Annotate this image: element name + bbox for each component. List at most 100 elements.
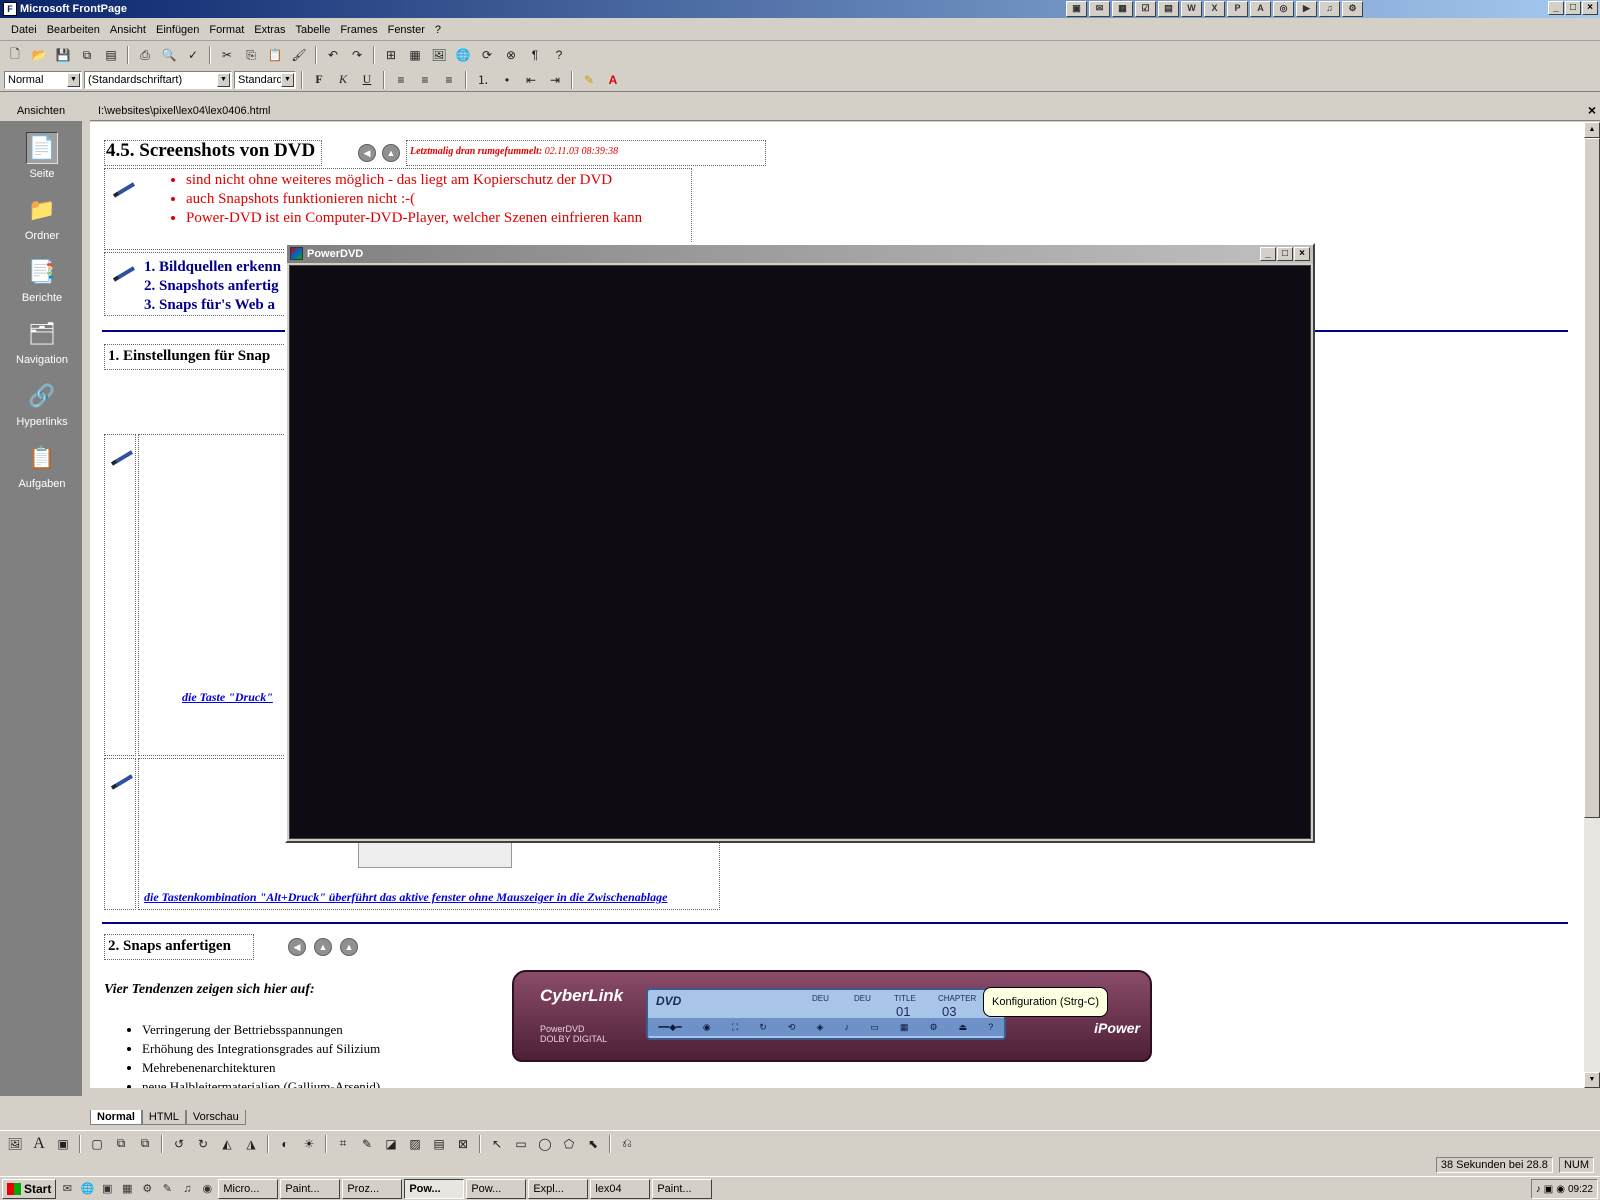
close-icon[interactable]: × [1294,247,1310,261]
align-left-icon[interactable]: ≡ [390,70,412,90]
numbered-list-icon[interactable]: ⒈ [472,70,494,90]
restore-icon[interactable]: ⎌ [616,1134,638,1154]
eject-icon[interactable]: ⏏ [959,1022,968,1033]
insert-table-icon[interactable]: ▦ [404,45,426,65]
up-icon[interactable]: ▲ [382,144,400,162]
view-hyperlinks[interactable]: 🔗 Hyperlinks [0,370,84,432]
format-painter-icon[interactable]: 🖌 [288,45,310,65]
refresh-icon[interactable]: ⟳ [476,45,498,65]
bring-forward-icon[interactable]: ⧉ [110,1134,132,1154]
new-page-icon[interactable]: 🗋 [4,45,26,65]
volume-slider[interactable]: ━━◆━ [659,1022,682,1033]
office-shortcut-icon[interactable]: ☑ [1135,1,1156,17]
office-shortcut-icon[interactable]: ◎ [1273,1,1294,17]
task-button[interactable]: Expl... [528,1178,589,1199]
ab-repeat-icon[interactable]: ⟲ [788,1022,796,1033]
chevron-down-icon[interactable]: ▼ [217,72,230,87]
print-preview-icon[interactable]: 🔍 [158,45,180,65]
office-shortcut-icon[interactable]: ▣ [1066,1,1087,17]
office-shortcut-icon[interactable]: W [1181,1,1202,17]
toc-item[interactable]: 3. Snaps für's Web a [144,296,281,315]
brightness-icon[interactable]: ☀ [298,1134,320,1154]
rotate-left-icon[interactable]: ↺ [168,1134,190,1154]
office-shortcut-icon[interactable]: X [1204,1,1225,17]
font-select[interactable]: (Standardschriftart) ▼ [84,70,232,89]
quicklaunch-icon[interactable]: ✎ [158,1180,176,1198]
undo-icon[interactable]: ↶ [322,45,344,65]
hyperlink-icon[interactable]: 🌐 [452,45,474,65]
menu-frames[interactable]: Frames [335,24,382,36]
menu-einfuegen[interactable]: Einfügen [151,24,204,36]
powerdvd-titlebar[interactable]: PowerDVD _ □ × [287,245,1313,263]
back-icon[interactable]: ◀ [288,938,306,956]
minimize-icon[interactable]: _ [1260,247,1276,261]
office-shortcut-icon[interactable]: ▶ [1296,1,1317,17]
font-color-icon[interactable]: A [602,70,624,90]
tray-icon[interactable]: ◉ [1556,1184,1565,1195]
task-button[interactable]: Pow... [466,1178,527,1199]
insert-component-icon[interactable]: ⊞ [380,45,402,65]
repeat-icon[interactable]: ↻ [759,1022,767,1033]
office-shortcut-icon[interactable]: ✉ [1089,1,1110,17]
wash-out-icon[interactable]: ▨ [404,1134,426,1154]
back-icon[interactable]: ◀ [358,144,376,162]
help-icon[interactable]: ? [988,1022,993,1032]
quicklaunch-icon[interactable]: ▣ [98,1180,116,1198]
office-shortcut-icon[interactable]: ♫ [1319,1,1340,17]
contrast-icon[interactable]: ◐ [274,1134,296,1154]
menu-extras[interactable]: Extras [249,24,290,36]
rotate-right-icon[interactable]: ↻ [192,1134,214,1154]
tab-vorschau[interactable]: Vorschau [185,1110,246,1125]
increase-indent-icon[interactable]: ⇥ [544,70,566,90]
office-shortcut-icon[interactable]: ▤ [1158,1,1179,17]
print-icon[interactable]: ⎙ [134,45,156,65]
position-icon[interactable]: ▢ [86,1134,108,1154]
task-button[interactable]: Proz... [342,1178,403,1199]
angle-icon[interactable]: ◈ [817,1022,824,1033]
view-berichte[interactable]: 📑 Berichte [0,246,84,308]
auto-thumbnail-icon[interactable]: ▣ [52,1134,74,1154]
bevel-icon[interactable]: ▤ [428,1134,450,1154]
close-icon[interactable]: × [1588,103,1596,117]
task-button[interactable]: Paint... [280,1178,341,1199]
minimize-icon[interactable]: _ [1548,1,1564,15]
crop-icon[interactable]: ⌗ [332,1134,354,1154]
top-icon[interactable]: ▲ [340,938,358,956]
view-seite[interactable]: 📄 Seite [0,122,84,184]
align-right-icon[interactable]: ≡ [438,70,460,90]
flip-icon[interactable]: ◭ [216,1134,238,1154]
quicklaunch-icon[interactable]: ▦ [118,1180,136,1198]
highlight-icon[interactable]: ✎ [578,70,600,90]
copy-icon[interactable]: ⎘ [240,45,262,65]
quicklaunch-icon[interactable]: ✉ [58,1180,76,1198]
rectangle-icon[interactable]: ▭ [510,1134,532,1154]
quicklaunch-icon[interactable]: ◉ [198,1180,216,1198]
caption-link[interactable]: die Tastenkombination "Alt+Druck" überfü… [144,890,667,905]
toc-item[interactable]: 2. Snapshots anfertig [144,277,281,296]
highlight-hotspot-icon[interactable]: ⬉ [582,1134,604,1154]
polygon-icon[interactable]: ⬠ [558,1134,580,1154]
black-white-icon[interactable]: ◪ [380,1134,402,1154]
bold-button[interactable]: F [308,70,330,90]
close-icon[interactable]: × [1582,1,1598,15]
fullscreen-icon[interactable]: ⛶ [732,1022,738,1033]
subtitle-icon[interactable]: ▭ [870,1022,879,1033]
video-area[interactable] [289,265,1311,839]
office-shortcut-icon[interactable]: ⚙ [1342,1,1363,17]
caption-link[interactable]: die Taste "Druck" [182,690,273,705]
snapshot-icon[interactable]: ◉ [703,1022,711,1033]
quicklaunch-icon[interactable]: 🌐 [78,1180,96,1198]
style-select[interactable]: Normal ▼ [4,70,82,89]
ellipse-icon[interactable]: ◯ [534,1134,556,1154]
text-icon[interactable]: A [28,1134,50,1154]
underline-button[interactable]: U [356,70,378,90]
insert-picture-icon[interactable]: 🖼 [428,45,450,65]
office-shortcut-icon[interactable]: ▦ [1112,1,1133,17]
open-icon[interactable]: 📂 [28,45,50,65]
align-center-icon[interactable]: ≡ [414,70,436,90]
stop-icon[interactable]: ⊗ [500,45,522,65]
send-backward-icon[interactable]: ⧉ [134,1134,156,1154]
folder-list-icon[interactable]: ▤ [100,45,122,65]
up-icon[interactable]: ▲ [314,938,332,956]
chevron-down-icon[interactable]: ▼ [67,72,80,87]
